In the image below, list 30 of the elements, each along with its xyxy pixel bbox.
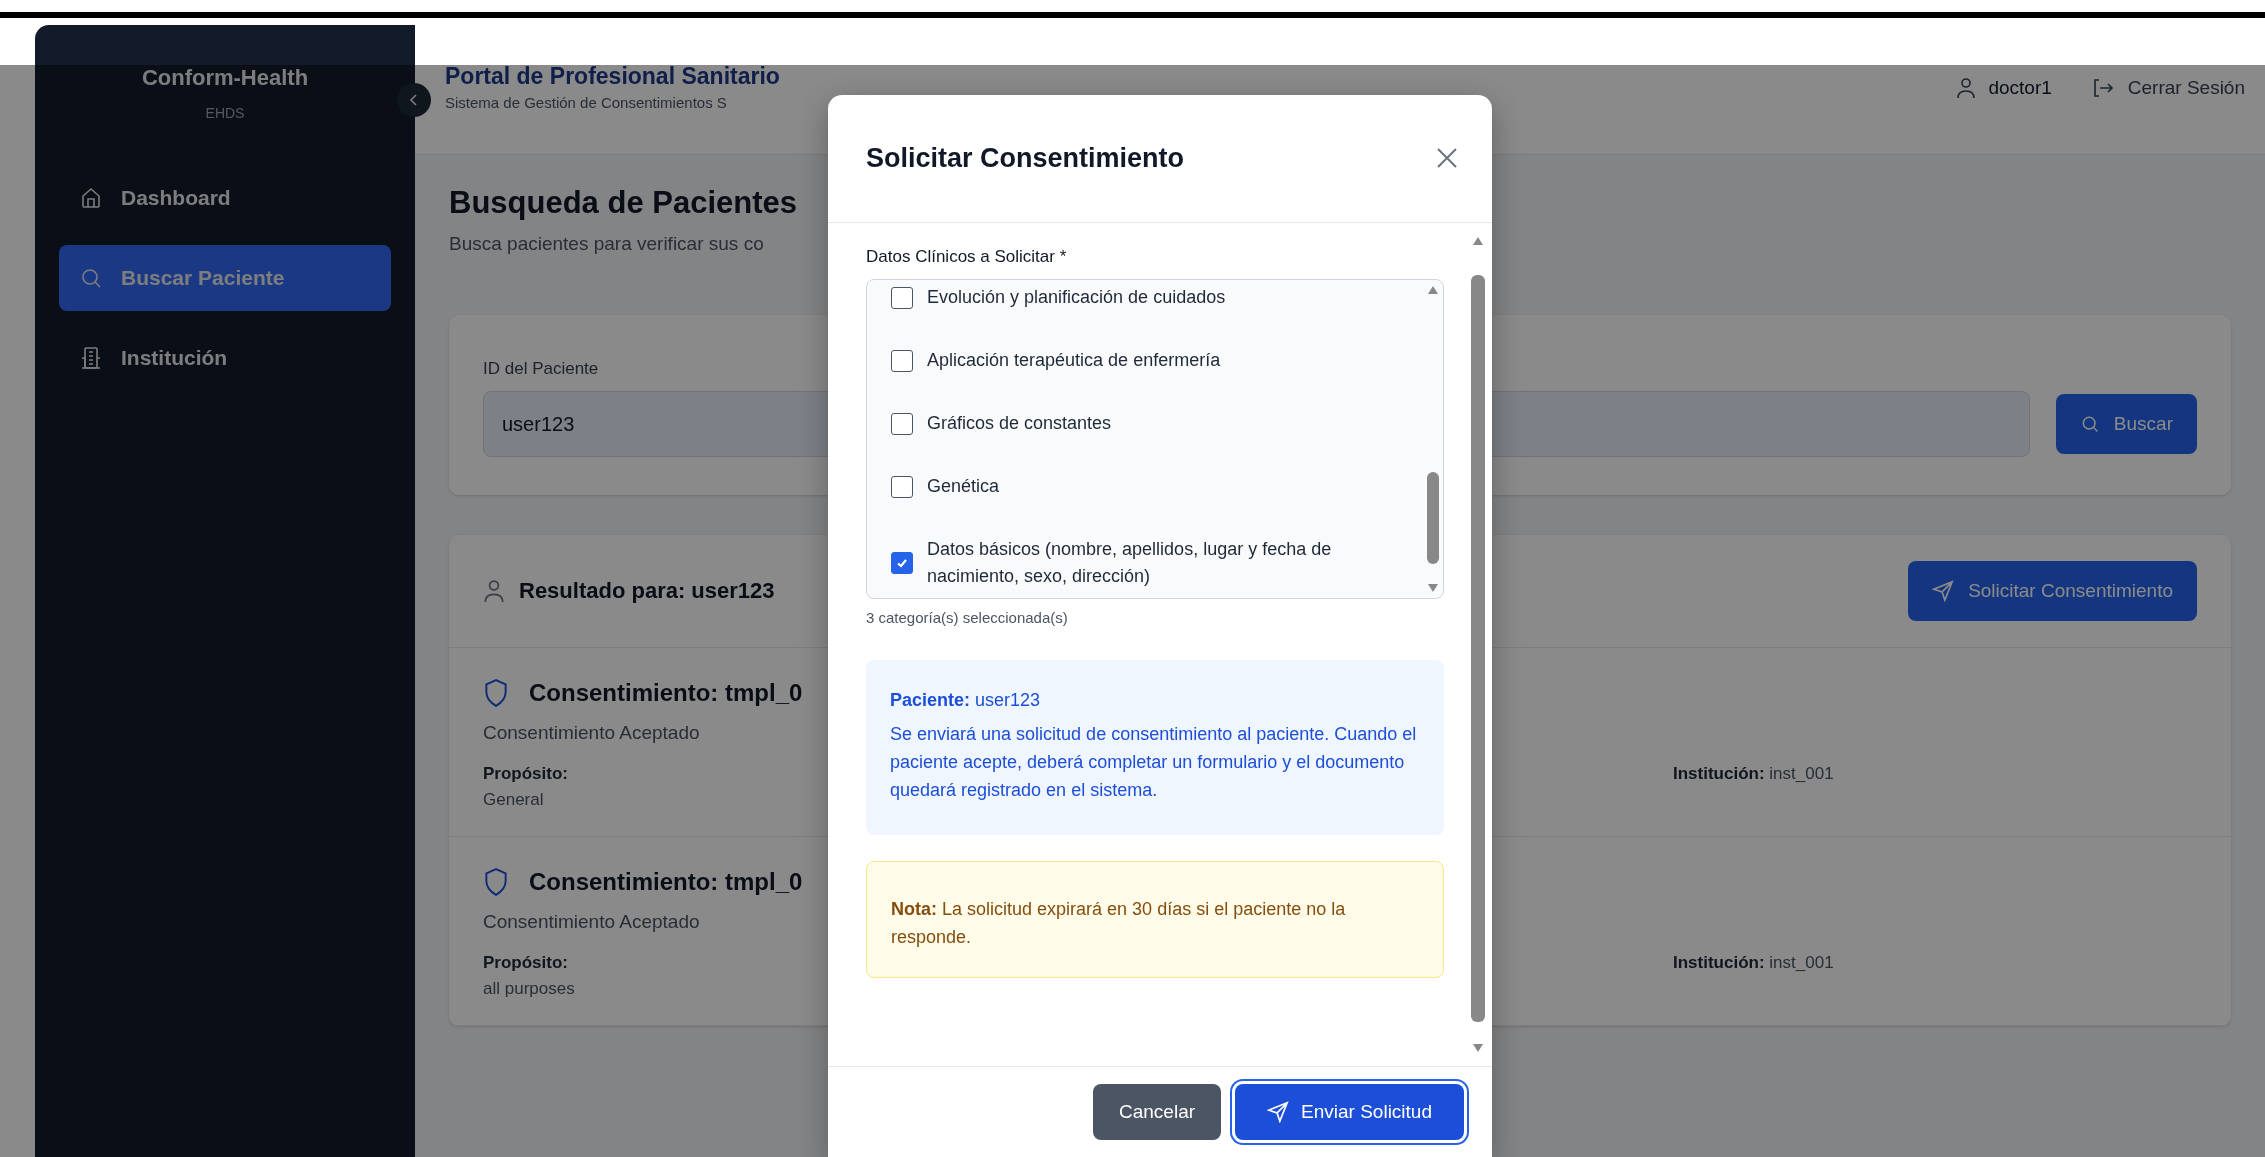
consent-title: Consentimiento: tmpl_0 xyxy=(529,868,803,896)
option-label: Genética xyxy=(927,475,1000,498)
info-text: Se enviará una solicitud de consentimiento al paciente. Cuando el paciente acepte, deberá completar un formulario y el documento quedará registrado en el sistema. xyxy=(890,723,1418,802)
purpose-label: Propósito: xyxy=(483,953,568,973)
field-label: Datos Clínicos a Solicitar * xyxy=(866,247,1068,267)
consent-title: Consentimiento: tmpl_0 xyxy=(529,679,803,707)
brand-name: Conform-Health xyxy=(141,65,309,91)
brand-subtitle: EHDS xyxy=(205,105,245,121)
option-label: Evolución y planificación de cuidados xyxy=(927,286,1226,309)
user-name: doctor1 xyxy=(1988,77,2052,99)
field-label: ID del Paciente xyxy=(483,359,599,379)
selection-count: 3 categoría(s) seleccionada(s) xyxy=(866,609,1069,626)
purpose-label: Propósito: xyxy=(483,764,568,784)
option-label: Datos básicos (nombre, apellidos, lugar y fecha de nacimiento, sexo, dirección) xyxy=(927,538,1333,588)
page-subtitle: Busca pacientes para verificar sus co xyxy=(449,233,764,255)
option-label: Gráficos de constantes xyxy=(927,412,1112,435)
institution-text: Institución: inst_001 xyxy=(1673,953,1834,974)
portal-title: Portal de Profesional Sanitario xyxy=(445,63,780,90)
note-text: Nota: La solicitud expirará en 30 días si el paciente no la responde. xyxy=(891,897,1347,949)
option-label: Aplicación terapéutica de enfermería xyxy=(927,349,1221,372)
consent-status: Consentimiento Aceptado xyxy=(483,722,700,744)
institution-text: Institución: inst_001 xyxy=(1673,764,1834,785)
consent-status: Consentimiento Aceptado xyxy=(483,911,700,933)
results-title: Resultado para: user123 xyxy=(519,578,775,604)
purpose-value: General xyxy=(483,790,544,810)
dialog-title: Solicitar Consentimiento xyxy=(866,143,1185,174)
page-title: Busqueda de Pacientes xyxy=(449,185,798,221)
portal-subtitle: Sistema de Gestión de Consentimientos S xyxy=(445,94,728,111)
purpose-value: all purposes xyxy=(483,979,575,999)
patient-text: Paciente: user123 xyxy=(890,690,1042,711)
